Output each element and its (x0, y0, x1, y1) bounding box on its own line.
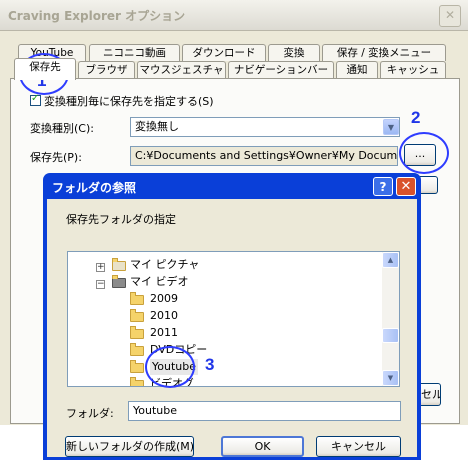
folder-tree[interactable]: + マイ ピクチャ − マイ ビデオ 2009 2010 2011 DVDコピー… (67, 251, 400, 387)
ok-button[interactable]: OK (221, 436, 304, 457)
scroll-down-arrow-icon[interactable]: ▼ (382, 370, 399, 386)
dialog-instruction: 保存先フォルダの指定 (66, 213, 176, 226)
save-destination-field[interactable]: C:¥Documents and Settings¥Owner¥My Docum… (130, 146, 398, 166)
checkmark-icon: ✓ (31, 93, 40, 104)
tab-navigation-bar[interactable]: ナビゲーションバー (228, 61, 334, 78)
options-window-title: Craving Explorer オプション (8, 9, 186, 23)
tab-browser[interactable]: ブラウザ (78, 61, 135, 78)
folder-icon (112, 258, 126, 271)
tree-item-2009[interactable]: 2009 (150, 291, 178, 307)
annotation-circle-3 (145, 346, 195, 388)
convert-type-value: 変換無し (135, 120, 179, 133)
options-close-button[interactable]: ✕ (439, 5, 461, 27)
save-destination-label: 保存先(P): (30, 151, 82, 164)
outer-cancel-button[interactable]: セル (421, 383, 441, 406)
tab-save-convert-menu[interactable]: 保存 / 変換メニュー (322, 44, 446, 61)
tree-item-my-videos[interactable]: マイ ビデオ (130, 274, 189, 290)
tab-convert[interactable]: 変換 (268, 44, 320, 61)
tab-notification[interactable]: 通知 (336, 61, 378, 78)
folder-icon (130, 360, 144, 373)
video-folder-icon (112, 275, 126, 288)
convert-type-select[interactable]: 変換無し (130, 117, 400, 137)
tab-niconico[interactable]: ニコニコ動画 (89, 44, 180, 61)
folder-icon (130, 377, 144, 386)
scroll-up-arrow-icon[interactable]: ▲ (382, 252, 399, 268)
folder-icon (130, 292, 144, 305)
convert-type-label: 変換種別(C): (30, 122, 94, 135)
expand-icon[interactable]: + (96, 263, 105, 272)
folder-label: フォルダ: (66, 407, 114, 420)
tree-item-2010[interactable]: 2010 (150, 308, 178, 324)
tab-mouse-gesture[interactable]: マウスジェスチャ (137, 61, 226, 78)
folder-icon (130, 326, 144, 339)
cancel-button[interactable]: キャンセル (316, 436, 401, 457)
tab-cache[interactable]: キャッシュ (380, 61, 446, 78)
scroll-thumb[interactable] (382, 328, 399, 343)
convert-type-dropdown-icon[interactable]: ▼ (383, 119, 399, 135)
tree-item-my-pictures[interactable]: マイ ピクチャ (130, 257, 199, 273)
annotation-label-2: 2 (411, 108, 421, 127)
dialog-close-button[interactable]: ✕ (396, 177, 416, 196)
annotation-label-3: 3 (205, 355, 215, 374)
folder-name-input[interactable]: Youtube (128, 401, 401, 421)
help-button[interactable]: ? (373, 177, 393, 196)
folder-name-value: Youtube (133, 404, 177, 417)
tab-download[interactable]: ダウンロード (182, 44, 266, 61)
per-type-checkbox[interactable]: ✓ (30, 93, 41, 106)
tree-scrollbar[interactable]: ▲ ▼ (382, 252, 399, 386)
folder-icon (130, 309, 144, 322)
tab-save-destination[interactable]: 保存先 (14, 58, 76, 80)
tree-item-2011[interactable]: 2011 (150, 325, 178, 341)
collapse-icon[interactable]: − (96, 280, 105, 289)
save-destination-value: C:¥Documents and Settings¥Owner¥My Docum… (135, 149, 398, 162)
dialog-title: フォルダの参照 (52, 181, 137, 195)
annotation-circle-2 (399, 132, 449, 174)
outer-side-button[interactable] (420, 176, 438, 194)
per-type-checkbox-label: 変換種別毎に保存先を指定する(S) (44, 95, 214, 108)
folder-icon (130, 343, 144, 356)
new-folder-button[interactable]: 新しいフォルダの作成(M) (65, 436, 194, 457)
